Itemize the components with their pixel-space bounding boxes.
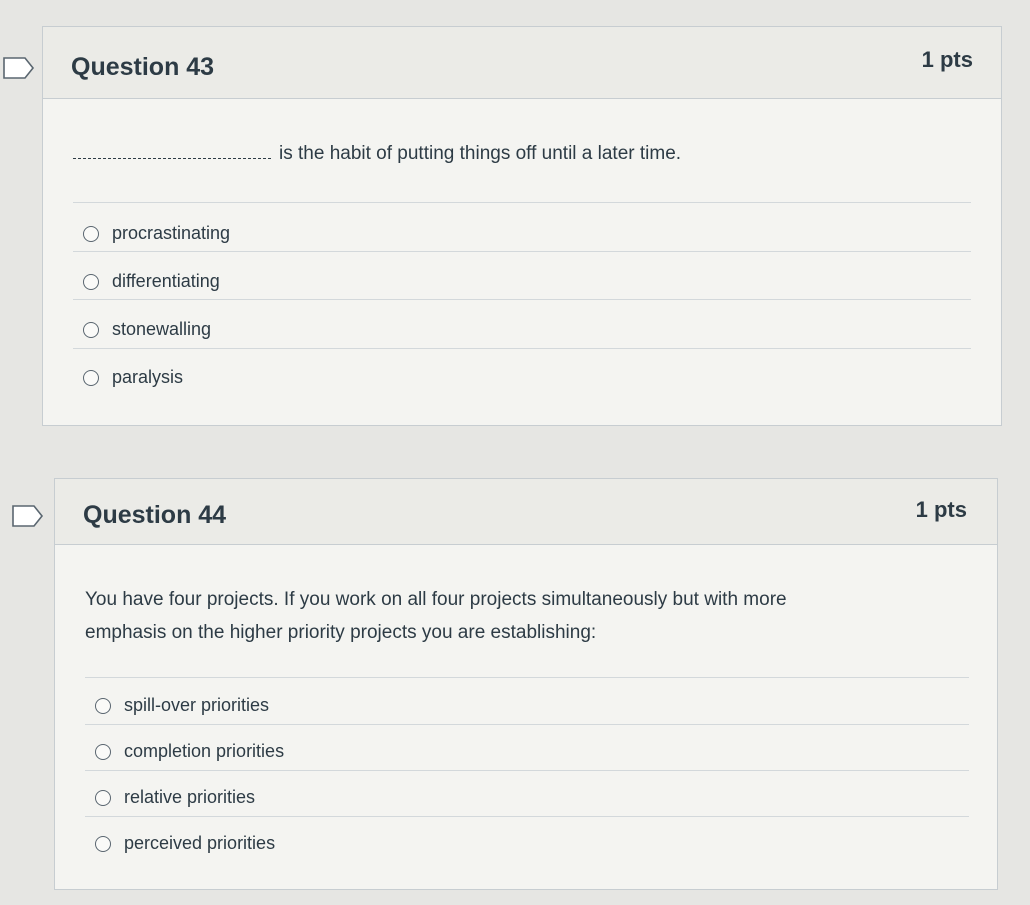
answer-option[interactable]: relative priorities xyxy=(95,787,255,808)
question-text-line: You have four projects. If you work on a… xyxy=(85,589,787,610)
radio-button[interactable] xyxy=(95,789,111,806)
answer-label: perceived priorities xyxy=(124,833,276,853)
question-44-card: Question 44 1 pts You have four projects… xyxy=(54,478,998,890)
question-header: Question 43 1 pts xyxy=(43,27,1001,99)
answer-option[interactable]: perceived priorities xyxy=(95,833,275,854)
question-title: Question 43 xyxy=(71,53,215,81)
answer-option[interactable]: differentiating xyxy=(83,271,220,292)
radio-button[interactable] xyxy=(83,225,99,242)
question-title: Question 44 xyxy=(83,501,227,529)
question-text: You have four projects. If you work on a… xyxy=(85,583,787,649)
question-43-card: Question 43 1 pts is the habit of puttin… xyxy=(42,26,1002,426)
question-text-line: emphasis on the higher priority projects… xyxy=(85,622,597,643)
divider xyxy=(73,251,971,252)
divider xyxy=(85,677,969,678)
answer-label: spill-over priorities xyxy=(124,695,270,715)
answer-option[interactable]: paralysis xyxy=(83,367,183,388)
answer-label: stonewalling xyxy=(112,319,212,339)
radio-button[interactable] xyxy=(95,697,111,714)
radio-button[interactable] xyxy=(83,321,99,338)
divider xyxy=(85,816,969,817)
answer-label: procrastinating xyxy=(112,223,231,243)
answer-label: relative priorities xyxy=(124,787,256,807)
radio-button[interactable] xyxy=(83,369,99,386)
divider xyxy=(85,770,969,771)
radio-button[interactable] xyxy=(83,273,99,290)
quiz-page: Question 43 1 pts is the habit of puttin… xyxy=(0,0,1030,905)
answer-label: completion priorities xyxy=(124,741,285,761)
answer-option[interactable]: spill-over priorities xyxy=(95,695,269,716)
answer-option[interactable]: stonewalling xyxy=(83,319,211,340)
question-points: 1 pts xyxy=(915,497,967,522)
question-text-body: is the habit of putting things off until… xyxy=(279,143,682,164)
flag-question-icon[interactable] xyxy=(3,57,35,79)
flag-question-icon[interactable] xyxy=(12,505,44,527)
fill-in-blank xyxy=(73,145,271,159)
answer-label: paralysis xyxy=(112,367,184,387)
question-points: 1 pts xyxy=(921,47,973,72)
divider xyxy=(73,348,971,349)
answer-option[interactable]: procrastinating xyxy=(83,223,230,244)
divider xyxy=(73,202,971,203)
answer-label: differentiating xyxy=(112,271,220,291)
divider xyxy=(85,724,969,725)
divider xyxy=(73,299,971,300)
question-text: is the habit of putting things off until… xyxy=(73,137,681,170)
radio-button[interactable] xyxy=(95,743,111,760)
question-header: Question 44 1 pts xyxy=(55,479,997,545)
radio-button[interactable] xyxy=(95,835,111,852)
answer-option[interactable]: completion priorities xyxy=(95,741,284,762)
